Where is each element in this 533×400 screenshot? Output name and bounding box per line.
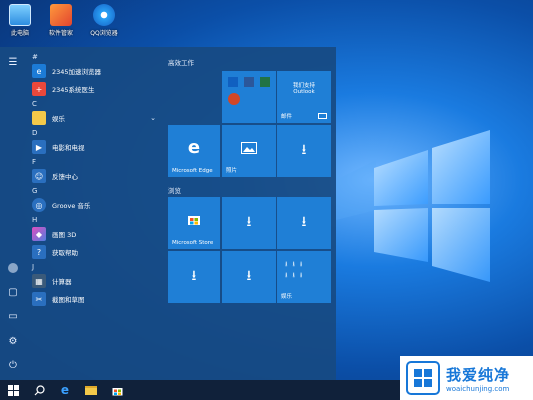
app-name: 获取帮助 bbox=[52, 249, 78, 257]
download-icon: ⭳ bbox=[246, 268, 252, 284]
app-paint-3d[interactable]: ◆ 画图 3D bbox=[26, 225, 160, 243]
app-name: 截图和草图 bbox=[52, 296, 85, 304]
start-menu: ☰ ▢ ▭ ⚙ ⏻ # e 2345加速浏览器 + 2345系统医生 C 娱乐 … bbox=[0, 47, 336, 380]
letter-header-d[interactable]: D bbox=[26, 127, 160, 138]
desktop-icon-label: 软件管家 bbox=[48, 30, 73, 37]
desktop-icon-label: 此电脑 bbox=[10, 30, 29, 37]
download-icon: ⭳ bbox=[246, 214, 252, 230]
app-name: 计算器 bbox=[52, 278, 72, 286]
outlook-mini-icon bbox=[228, 77, 238, 87]
app-groove-music[interactable]: ◎ Groove 音乐 bbox=[26, 196, 160, 214]
outlook-tile-line2: Outlook bbox=[293, 89, 315, 95]
download-icon: ⭳ bbox=[301, 214, 307, 230]
browser-2345-icon: e bbox=[32, 64, 46, 78]
tile-photos[interactable]: 照片 bbox=[222, 125, 276, 177]
computer-icon bbox=[9, 4, 31, 26]
tile-label: Microsoft Store bbox=[172, 240, 214, 246]
software-manager-icon bbox=[50, 4, 72, 26]
movies-tv-icon: ▶ bbox=[32, 140, 46, 154]
download-mini-icons: ⭳⭳⭳ ⭳⭳⭳ bbox=[285, 260, 308, 279]
qq-browser-icon bbox=[93, 4, 115, 26]
desktop-icon-qq-browser[interactable]: QQ浏览器 bbox=[84, 4, 124, 37]
app-name: 2345系统医生 bbox=[52, 86, 95, 94]
app-get-help[interactable]: ? 获取帮助 bbox=[26, 243, 160, 261]
pictures-icon[interactable]: ▭ bbox=[4, 307, 22, 325]
power-icon[interactable]: ⏻ bbox=[4, 356, 22, 374]
search-icon[interactable] bbox=[26, 380, 52, 400]
letter-header-j[interactable]: J bbox=[26, 261, 160, 272]
tile-download-placeholder[interactable]: ⭳ bbox=[222, 197, 276, 249]
letter-header-g[interactable]: G bbox=[26, 185, 160, 196]
site-watermark: 我爱纯净 woaichunjing.com bbox=[400, 356, 533, 400]
user-avatar-icon[interactable] bbox=[4, 259, 22, 277]
app-name: 电影和电视 bbox=[52, 144, 85, 152]
excel-mini-icon bbox=[260, 77, 270, 87]
tile-download-placeholder[interactable]: ⭳ bbox=[222, 251, 276, 303]
watermark-title: 我爱纯净 bbox=[446, 365, 511, 384]
file-explorer-icon[interactable] bbox=[78, 380, 104, 400]
app-name: 画图 3D bbox=[52, 231, 77, 239]
tile-label: 邮件 bbox=[281, 114, 293, 120]
app-name: 娱乐 bbox=[52, 115, 65, 123]
desktop-icon-software-manager[interactable]: 软件管家 bbox=[41, 4, 81, 37]
app-feedback-hub[interactable]: ☺ 反馈中心 bbox=[26, 167, 160, 185]
store-icon[interactable] bbox=[104, 380, 130, 400]
powerpoint-mini-icon bbox=[228, 93, 240, 105]
app-name: 反馈中心 bbox=[52, 173, 78, 181]
snip-sketch-icon: ✂ bbox=[32, 292, 46, 306]
mail-icon bbox=[318, 113, 327, 119]
tile-entertainment-folder[interactable]: ⭳⭳⭳ ⭳⭳⭳ 娱乐 bbox=[277, 251, 331, 303]
windows-wallpaper-logo bbox=[336, 130, 490, 282]
letter-header-f[interactable]: F bbox=[26, 156, 160, 167]
tile-microsoft-store[interactable]: Microsoft Store bbox=[168, 197, 220, 249]
tile-mail[interactable]: 我们支持 Outlook 邮件 bbox=[277, 71, 331, 123]
tile-microsoft-edge[interactable]: e Microsoft Edge bbox=[168, 125, 220, 177]
word-mini-icon bbox=[244, 77, 254, 87]
chevron-down-icon: ⌄ bbox=[150, 114, 156, 122]
app-name: Groove 音乐 bbox=[52, 202, 91, 210]
tiles-area: 高效工作 我们支持 Outlook 邮件 e Microsoft Edge 照片 bbox=[160, 47, 336, 380]
feedback-icon: ☺ bbox=[32, 169, 46, 183]
folder-icon bbox=[32, 111, 46, 125]
settings-icon[interactable]: ⚙ bbox=[4, 332, 22, 350]
edge-icon[interactable]: e bbox=[52, 380, 78, 400]
download-icon: ⭳ bbox=[301, 142, 307, 158]
desktop-icon-this-pc[interactable]: 此电脑 bbox=[0, 4, 40, 37]
group-title-browse[interactable]: 浏览 bbox=[168, 185, 181, 195]
paint3d-icon: ◆ bbox=[32, 227, 46, 241]
letter-header-h[interactable]: H bbox=[26, 214, 160, 225]
watermark-text: 我爱纯净 woaichunjing.com bbox=[446, 364, 510, 393]
tile-download-placeholder[interactable]: ⭳ bbox=[277, 197, 331, 249]
watermark-logo bbox=[406, 361, 440, 395]
tile-download-placeholder[interactable]: ⭳ bbox=[168, 251, 220, 303]
app-movies-tv[interactable]: ▶ 电影和电视 bbox=[26, 138, 160, 156]
calculator-icon: ▦ bbox=[32, 274, 46, 288]
tile-label: 照片 bbox=[226, 168, 238, 174]
app-list: # e 2345加速浏览器 + 2345系统医生 C 娱乐 ⌄ D ▶ 电影和电… bbox=[26, 47, 160, 380]
tile-download-placeholder[interactable]: ⭳ bbox=[277, 125, 331, 177]
app-2345-system-doctor[interactable]: + 2345系统医生 bbox=[26, 80, 160, 98]
get-help-icon: ? bbox=[32, 245, 46, 259]
hamburger-icon[interactable]: ☰ bbox=[4, 53, 22, 71]
letter-header-hash[interactable]: # bbox=[26, 51, 160, 62]
system-doctor-icon: + bbox=[32, 82, 46, 96]
app-name: 2345加速浏览器 bbox=[52, 68, 102, 76]
download-icon: ⭳ bbox=[191, 268, 197, 284]
outlook-tile-line1: 我们支持 bbox=[292, 83, 315, 89]
groove-music-icon: ◎ bbox=[32, 198, 46, 212]
start-left-rail: ☰ ▢ ▭ ⚙ ⏻ bbox=[0, 47, 26, 380]
windows-start-icon[interactable] bbox=[0, 380, 26, 400]
app-2345-browser[interactable]: e 2345加速浏览器 bbox=[26, 62, 160, 80]
tile-office-apps[interactable] bbox=[222, 71, 276, 123]
app-folder-entertainment[interactable]: 娱乐 ⌄ bbox=[26, 109, 160, 127]
tile-label: Microsoft Edge bbox=[172, 168, 213, 174]
watermark-url: woaichunjing.com bbox=[446, 384, 510, 393]
desktop-icon-label: QQ浏览器 bbox=[90, 30, 118, 37]
documents-icon[interactable]: ▢ bbox=[4, 283, 22, 301]
tile-label: 娱乐 bbox=[281, 294, 293, 300]
group-title-productivity[interactable]: 高效工作 bbox=[168, 57, 194, 67]
app-snip-sketch[interactable]: ✂ 截图和草图 bbox=[26, 290, 160, 308]
app-calculator[interactable]: ▦ 计算器 bbox=[26, 272, 160, 290]
letter-header-c[interactable]: C bbox=[26, 98, 160, 109]
